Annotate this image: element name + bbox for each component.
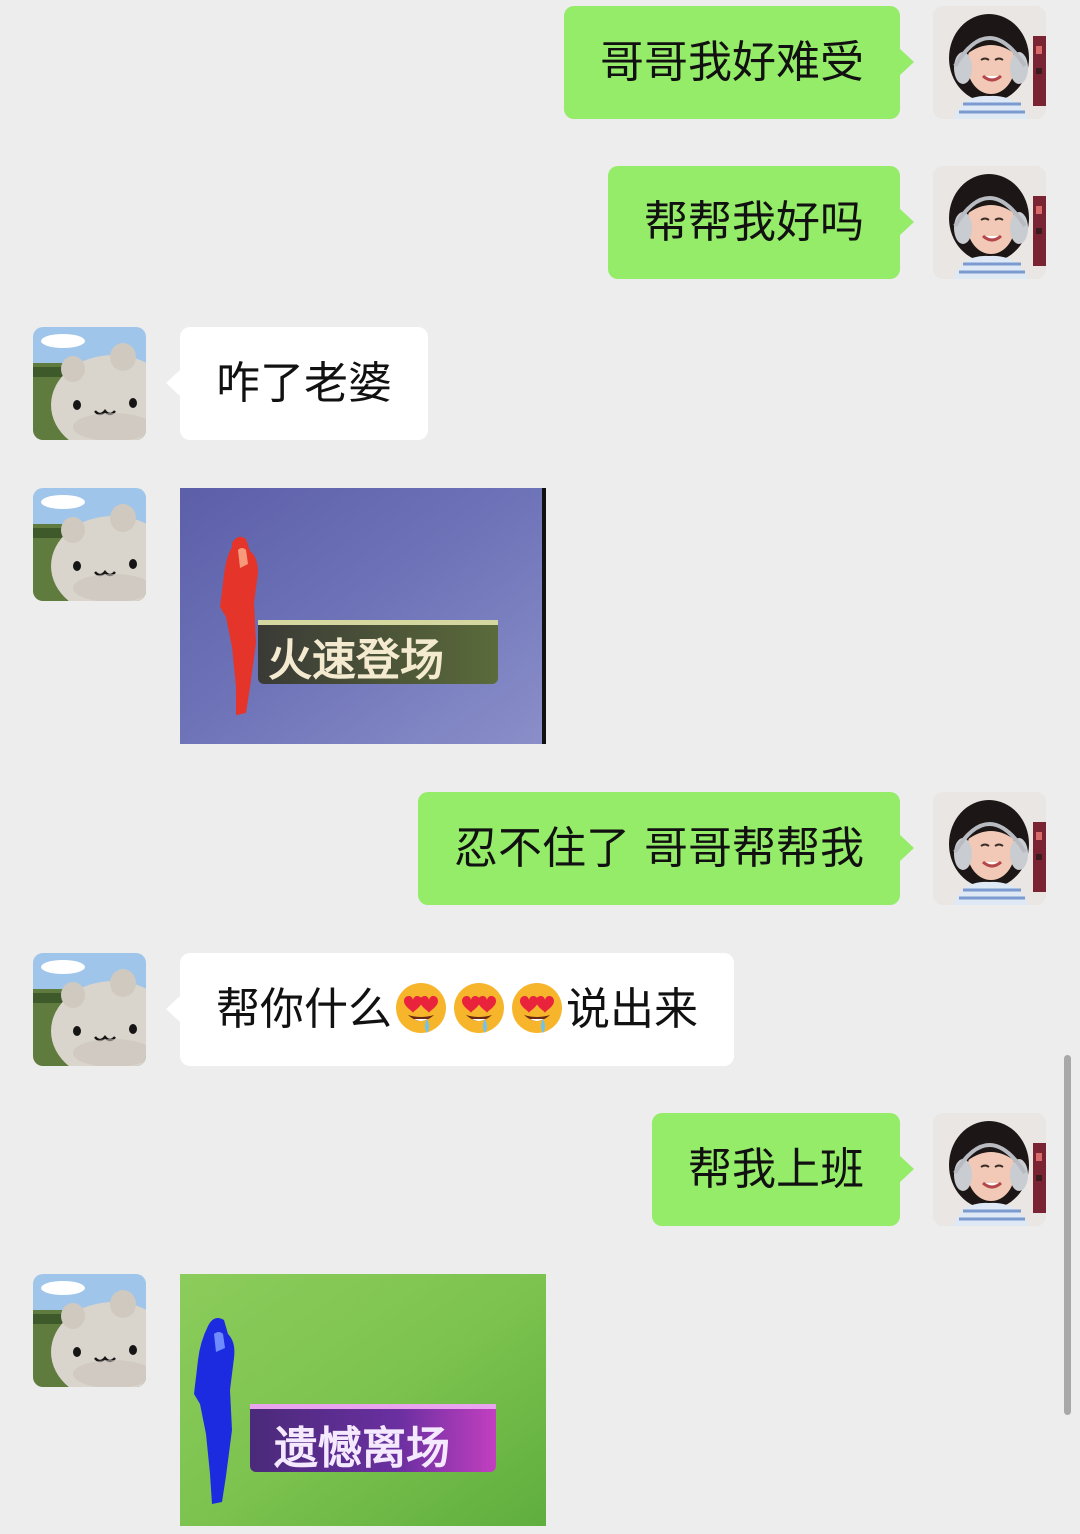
chat-area: 哥哥我好难受 帮帮我好吗 咋了老婆 火速登场 忍不住了 哥哥帮帮我 帮你什么 说… [0,0,1080,1534]
sticker-image[interactable]: 遗憾离场 [180,1274,546,1526]
message-text: 忍不住了 哥哥帮帮我 [454,823,864,874]
girl-with-headphones-avatar-icon [933,166,1046,279]
outgoing-message-bubble[interactable]: 帮我上班 [652,1113,914,1226]
outgoing-message-bubble[interactable]: 帮帮我好吗 [608,166,914,279]
incoming-message-bubble[interactable]: 咋了老婆 [166,327,428,440]
girl-with-headphones-avatar-icon [933,1113,1046,1226]
incoming-message-bubble[interactable]: 帮你什么 说出来 [166,953,734,1066]
heart-eyes-drool-emoji-icon [452,981,506,1035]
sticker-caption: 遗憾离场 [274,1423,450,1474]
contact-avatar[interactable] [33,327,146,440]
my-avatar[interactable] [933,792,1046,905]
my-avatar[interactable] [933,166,1046,279]
red-figure-entrance-sticker-icon [180,488,546,744]
sticker-caption: 火速登场 [268,635,444,686]
message-text: 帮帮我好吗 [644,197,864,248]
outgoing-message-bubble[interactable]: 哥哥我好难受 [564,6,914,119]
heart-eyes-drool-emoji-icon [510,981,564,1035]
girl-with-headphones-avatar-icon [933,792,1046,905]
message-text: 帮你什么 [216,984,392,1035]
message-text: 说出来 [566,984,698,1035]
contact-avatar[interactable] [33,1274,146,1387]
girl-with-headphones-avatar-icon [933,6,1046,119]
cartoon-cat-avatar-icon [33,953,146,1066]
contact-avatar[interactable] [33,488,146,601]
cartoon-cat-avatar-icon [33,327,146,440]
sticker-image[interactable]: 火速登场 [180,488,546,744]
cartoon-cat-avatar-icon [33,1274,146,1387]
message-text: 咋了老婆 [216,358,392,409]
outgoing-message-bubble[interactable]: 忍不住了 哥哥帮帮我 [418,792,914,905]
heart-eyes-drool-emoji-icon [394,981,448,1035]
cartoon-cat-avatar-icon [33,488,146,601]
message-text: 帮我上班 [688,1144,864,1195]
message-text: 哥哥我好难受 [600,37,864,88]
contact-avatar[interactable] [33,953,146,1066]
my-avatar[interactable] [933,6,1046,119]
my-avatar[interactable] [933,1113,1046,1226]
blue-figure-exit-sticker-icon [180,1274,546,1526]
scrollbar[interactable] [1064,1055,1071,1415]
